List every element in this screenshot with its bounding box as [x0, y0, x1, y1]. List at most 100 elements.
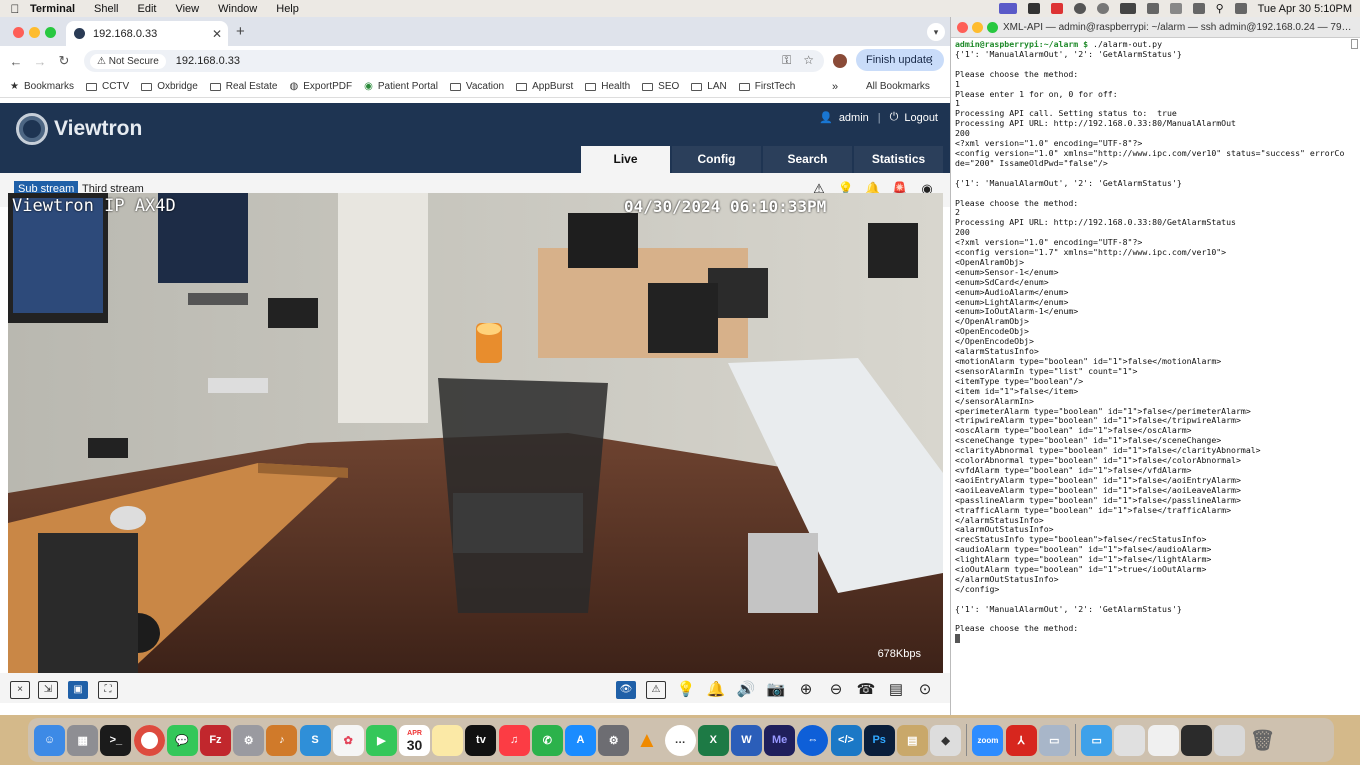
- menu-help[interactable]: Help: [276, 3, 299, 15]
- battery-icon[interactable]: [1119, 3, 1136, 14]
- bookmark-cctv[interactable]: CCTV: [85, 81, 129, 92]
- siren-icon[interactable]: 🔔: [706, 681, 726, 699]
- teamviewer-icon[interactable]: ⇔: [797, 724, 829, 756]
- system-prefs-icon[interactable]: ⚙: [598, 724, 630, 756]
- screenshot-icon[interactable]: [1180, 724, 1212, 756]
- bookmark-real-estate[interactable]: Real Estate: [209, 81, 278, 92]
- zoom-out-icon[interactable]: ⊖: [826, 681, 846, 699]
- scrollbar[interactable]: [1351, 39, 1358, 49]
- tab-search[interactable]: Search: [763, 146, 852, 173]
- messages-icon[interactable]: 💬: [166, 724, 198, 756]
- appstore-icon[interactable]: A: [565, 724, 596, 756]
- power-icon[interactable]: ⏻: [890, 111, 899, 124]
- chrome-icon[interactable]: [133, 724, 165, 756]
- url-text[interactable]: 192.168.0.33: [176, 55, 240, 67]
- screenshot-icon[interactable]: [1213, 724, 1245, 756]
- bookmark-firsttech[interactable]: FirstTech: [738, 81, 795, 92]
- calendar-icon[interactable]: APR 30: [399, 724, 431, 756]
- tab-statistics[interactable]: Statistics: [854, 146, 943, 173]
- acrobat-icon[interactable]: ⅄: [1005, 724, 1037, 756]
- filezilla-icon[interactable]: Fz: [199, 724, 231, 756]
- bookmark-star-icon[interactable]: ☆: [803, 53, 814, 68]
- audio-icon[interactable]: 🔊: [736, 681, 756, 699]
- media-encoder-icon[interactable]: Me: [764, 724, 796, 756]
- user-tray-icon[interactable]: [1073, 3, 1086, 14]
- record-icon[interactable]: ▤: [886, 681, 906, 699]
- bookmark-health[interactable]: Health: [585, 81, 630, 92]
- bookmark-vacation[interactable]: Vacation: [449, 81, 504, 92]
- alarm-out-icon[interactable]: ⚠: [646, 681, 666, 699]
- live-view-eye-icon[interactable]: 👁: [616, 681, 636, 699]
- bookmark-oxbridge[interactable]: Oxbridge: [141, 81, 198, 92]
- garageband-icon[interactable]: ♪: [266, 724, 298, 756]
- settings-icon[interactable]: ⚙: [233, 724, 265, 756]
- apple-icon[interactable]: : [0, 2, 30, 16]
- forward-icon[interactable]: →: [28, 54, 52, 69]
- menu-app-name[interactable]: Terminal: [30, 3, 75, 15]
- not-secure-badge[interactable]: ⚠ Not Secure: [90, 53, 166, 69]
- control-center-icon[interactable]: [1234, 3, 1247, 14]
- screenshot-icon[interactable]: [1147, 724, 1179, 756]
- menubar-clock[interactable]: Tue Apr 30 5:10PM: [1258, 3, 1352, 15]
- new-tab-icon[interactable]: +: [236, 23, 245, 40]
- logout-link[interactable]: Logout: [904, 112, 938, 124]
- menu-window[interactable]: Window: [218, 3, 257, 15]
- menu-shell[interactable]: Shell: [94, 3, 118, 15]
- light-icon[interactable]: 💡: [676, 681, 696, 699]
- talk-icon[interactable]: ☎: [856, 681, 876, 699]
- original-size-icon[interactable]: ×: [10, 681, 30, 699]
- menu-view[interactable]: View: [175, 3, 199, 15]
- screen-share-icon[interactable]: [998, 3, 1017, 14]
- bookmark-bookmarks[interactable]: ★ Bookmarks: [10, 81, 74, 92]
- finish-update-button[interactable]: Finish update ⋮: [856, 49, 944, 71]
- bookmarks-overflow-icon[interactable]: »: [832, 81, 838, 93]
- a-tray-icon[interactable]: [1027, 3, 1040, 14]
- notes-icon[interactable]: [432, 724, 464, 756]
- tab-search-chevron-icon[interactable]: ▾: [927, 23, 945, 41]
- stretch-icon[interactable]: ▣: [68, 681, 88, 699]
- trash-icon[interactable]: 🗑: [1247, 725, 1278, 756]
- search-icon[interactable]: ⚲: [1216, 2, 1224, 15]
- play-tray-icon[interactable]: [1096, 3, 1109, 14]
- vlc-icon[interactable]: ▲: [631, 725, 662, 756]
- launchpad-icon[interactable]: ▦: [67, 724, 99, 756]
- appletv-icon[interactable]: tv: [465, 724, 497, 756]
- bookmark-seo[interactable]: SEO: [642, 81, 679, 92]
- facetime-icon[interactable]: ▶: [365, 724, 397, 756]
- profile-avatar[interactable]: [833, 54, 847, 68]
- zoom-window-icon[interactable]: [45, 27, 56, 38]
- zoom-window-icon[interactable]: [987, 22, 998, 33]
- more-menu-icon[interactable]: ⋮: [926, 54, 937, 67]
- display-icon[interactable]: [1192, 3, 1205, 14]
- bookmark-exportpdf[interactable]: ◍ ExportPDF: [290, 81, 353, 92]
- bluetooth-icon[interactable]: [1146, 3, 1159, 14]
- excel-icon[interactable]: X: [697, 724, 729, 756]
- photos-icon[interactable]: ✿: [332, 724, 364, 756]
- phone-icon[interactable]: ✆: [531, 724, 563, 756]
- folder-icon[interactable]: ▭: [1081, 724, 1113, 756]
- finder-icon[interactable]: ☺: [34, 724, 65, 756]
- preview-icon[interactable]: ▭: [1038, 724, 1070, 756]
- address-bar[interactable]: ⚠ Not Secure 192.168.0.33 ⚿ ☆: [84, 50, 824, 72]
- roblox-icon[interactable]: ◆: [930, 724, 962, 756]
- bookmark-patient-portal[interactable]: ◉ Patient Portal: [364, 81, 438, 92]
- camera-video[interactable]: Viewtron IP AX4D 04/30/2024 06:10:33PM 6…: [8, 193, 943, 673]
- snapshot-icon[interactable]: 📷: [766, 681, 786, 699]
- screenshot-icon[interactable]: [1114, 724, 1146, 756]
- zoom-icon[interactable]: zoom: [972, 724, 1004, 756]
- all-bookmarks[interactable]: All Bookmarks: [866, 81, 930, 92]
- tab-config[interactable]: Config: [672, 146, 761, 173]
- zoom-in-icon[interactable]: ⊕: [796, 681, 816, 699]
- s-tray-icon[interactable]: [1050, 3, 1063, 14]
- tab-live[interactable]: Live: [581, 146, 670, 173]
- reload-icon[interactable]: ↻: [52, 53, 76, 69]
- close-window-icon[interactable]: [957, 22, 968, 33]
- browser-tab[interactable]: 192.168.0.33 ✕: [66, 21, 228, 46]
- chat-icon[interactable]: …: [664, 724, 696, 756]
- menu-edit[interactable]: Edit: [138, 3, 157, 15]
- bookmark-appburst[interactable]: AppBurst: [516, 81, 573, 92]
- photoshop-icon[interactable]: Ps: [863, 724, 895, 756]
- s-app-icon[interactable]: S: [299, 724, 331, 756]
- archive-icon[interactable]: ▤: [896, 724, 928, 756]
- vscode-icon[interactable]: </>: [830, 724, 862, 756]
